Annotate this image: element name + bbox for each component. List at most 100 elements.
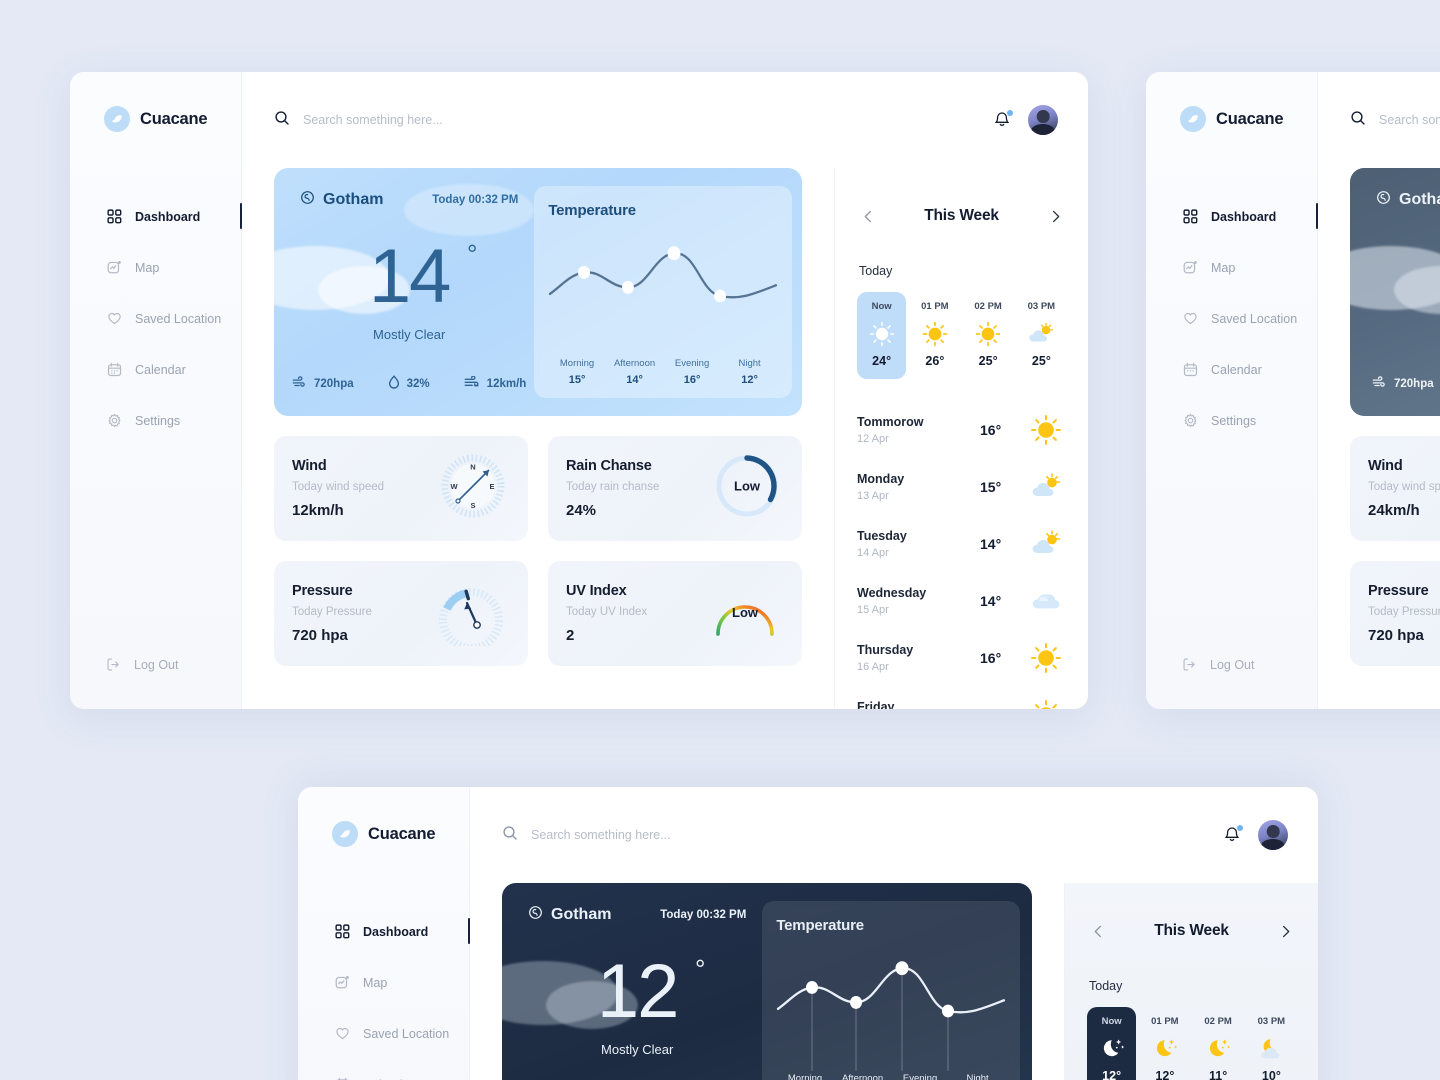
humidity-drop-icon	[388, 375, 400, 392]
rain-card-value: 24%	[566, 502, 597, 519]
brand-name: Cuacane	[140, 109, 208, 128]
bell-icon[interactable]	[992, 109, 1014, 131]
day-row-friday[interactable]: Friday 17 Apr 16°	[857, 686, 1066, 709]
avatar-head	[1036, 109, 1050, 123]
search-input[interactable]	[531, 828, 1208, 842]
chevron-left-icon[interactable]	[857, 205, 879, 227]
chevron-right-icon[interactable]	[1274, 920, 1296, 942]
sidebar-item-settings[interactable]: Settings	[70, 406, 241, 435]
rain-card-title: Rain Chanse	[566, 458, 652, 474]
hour-item-2[interactable]: 02 PM 11°	[1194, 1007, 1243, 1080]
logout-button[interactable]: Log Out	[1146, 657, 1317, 709]
brand-secondary: Cuacane	[1146, 106, 1317, 132]
search-input[interactable]	[303, 113, 978, 127]
hour-item-now[interactable]: Now 24°	[857, 292, 907, 379]
day-row-tuesday[interactable]: Tuesday 14 Apr 14°	[857, 515, 1066, 572]
wind-speed-icon	[464, 374, 480, 392]
temperature-value: 14	[368, 234, 452, 319]
sidebar-nav: Dashboard Map Saved Location Calendar Se…	[70, 180, 242, 435]
sidebar-item-label: Calendar	[135, 362, 186, 377]
week-title: This Week	[924, 207, 999, 224]
weather-stats: 720hpa	[1368, 376, 1440, 398]
logout-label: Log Out	[134, 658, 179, 672]
weather-condition: Mostly Clear	[373, 327, 446, 342]
sun-icon	[912, 319, 957, 349]
sidebar-item-map[interactable]: Map	[298, 968, 469, 997]
search-input[interactable]	[1379, 113, 1440, 127]
dashboard-column-dark: Gotham Today 00:32 PM 12° Mostly Clear	[470, 883, 1064, 1080]
content-area: Gotham Today 00:32 PM 14° Mostly Clear	[242, 72, 1088, 709]
hourly-forecast: Now 24° 01 PM 26° 02 PM 25° 03 PM 25°	[857, 292, 1066, 379]
sun-icon	[1026, 414, 1066, 446]
map-chart-icon	[106, 259, 123, 276]
day-temp: 14°	[980, 535, 1002, 552]
hour-item-3[interactable]: 03 PM 25°	[1017, 292, 1066, 379]
hour-item-3[interactable]: 03 PM 10°	[1247, 1007, 1296, 1080]
sidebar-item-dashboard[interactable]: Dashboard	[1146, 202, 1318, 231]
chart-point-morning: Morning 15°	[559, 358, 595, 386]
pressure-dial-gauge	[432, 576, 510, 652]
sidebar-secondary: Cuacane Dashboard Map Saved Location Cal…	[1146, 72, 1318, 709]
pressure-card-secondary: Pressure Today Pressure 720 hpa	[1350, 561, 1440, 666]
sidebar-item-calendar[interactable]: Calendar	[1146, 355, 1317, 384]
current-time: Today 00:32 PM	[660, 909, 747, 921]
brand: Cuacane	[70, 106, 241, 132]
sidebar-item-map[interactable]: Map	[1146, 253, 1317, 282]
day-name-block: Monday 13 Apr	[857, 472, 980, 502]
day-row-tomorrow[interactable]: Tommorow 12 Apr 16°	[857, 401, 1066, 458]
avatar[interactable]	[1258, 820, 1288, 850]
degree-symbol: °	[695, 954, 706, 984]
day-name: Tuesday	[857, 528, 907, 543]
day-row-wednesday[interactable]: Wednesday 15 Apr 14°	[857, 572, 1066, 629]
grid-icon	[334, 923, 351, 940]
heart-location-icon	[1182, 310, 1199, 327]
sidebar-item-map[interactable]: Map	[70, 253, 241, 282]
sidebar-item-saved-location[interactable]: Saved Location	[298, 1019, 469, 1048]
search-box[interactable]	[502, 825, 1208, 846]
wind-card-title: Wind	[1368, 458, 1403, 474]
sidebar-item-dashboard[interactable]: Dashboard	[70, 202, 242, 231]
grid-icon	[106, 208, 123, 225]
hour-temp: 24°	[872, 354, 892, 368]
day-row-thursday[interactable]: Thursday 16 Apr 16°	[857, 629, 1066, 686]
sidebar: Cuacane Dashboard Map Saved Location Cal…	[70, 72, 242, 709]
pressure-card-text: Pressure Today Pressure 720 hpa	[1368, 583, 1440, 644]
sidebar-item-dashboard[interactable]: Dashboard	[298, 917, 470, 946]
sidebar-item-calendar[interactable]: Calendar	[70, 355, 241, 384]
hour-item-1[interactable]: 01 PM 26°	[910, 292, 959, 379]
day-name-block: Tuesday 14 Apr	[857, 529, 980, 559]
weather-condition: Mostly Clear	[601, 1042, 674, 1057]
bell-icon[interactable]	[1222, 824, 1244, 846]
sidebar-item-label: Saved Location	[1211, 311, 1298, 326]
hour-item-now[interactable]: Now 12°	[1087, 1007, 1137, 1080]
stat-humidity: 32%	[388, 375, 430, 392]
dashboard-column-secondary: Gotham 720hpa	[1318, 168, 1440, 709]
sidebar-item-saved-location[interactable]: Saved Location	[1146, 304, 1317, 333]
avatar[interactable]	[1028, 105, 1058, 135]
temperature-chart-legend: Morning 15° Afternoon 14° Evening 16°	[548, 358, 778, 386]
wind-card-subtitle: Today wind speed	[292, 481, 385, 493]
day-row-monday[interactable]: Monday 13 Apr 15°	[857, 458, 1066, 515]
svg-text:E: E	[489, 482, 494, 491]
hour-item-2[interactable]: 02 PM 25°	[964, 292, 1013, 379]
hour-temp: 25°	[978, 354, 998, 368]
day-date: 15 Apr	[857, 603, 889, 616]
heart-location-icon	[106, 310, 123, 327]
sidebar-item-settings[interactable]: Settings	[1146, 406, 1317, 435]
pressure-card-value: 720 hpa	[1368, 627, 1424, 644]
stat-value: 32%	[406, 377, 430, 390]
search-box[interactable]	[1350, 110, 1440, 131]
sidebar-item-calendar[interactable]: Calendar	[298, 1070, 469, 1080]
hour-item-1[interactable]: 01 PM 12°	[1140, 1007, 1189, 1080]
chevron-right-icon[interactable]	[1044, 205, 1066, 227]
search-box[interactable]	[274, 110, 978, 131]
sidebar-item-saved-location[interactable]: Saved Location	[70, 304, 241, 333]
uv-gauge-label: Low	[732, 605, 759, 620]
chart-point-night: Night 12°	[738, 358, 761, 386]
chevron-left-icon[interactable]	[1087, 920, 1109, 942]
pressure-card: Pressure Today Pressure 720 hpa	[274, 561, 528, 666]
rain-gauge-label: Low	[734, 479, 761, 494]
logout-button[interactable]: Log Out	[70, 657, 241, 709]
hourly-forecast-dark: Now 12° 01 PM 12° 02 PM 11° 03 PM 10°	[1087, 1007, 1296, 1080]
